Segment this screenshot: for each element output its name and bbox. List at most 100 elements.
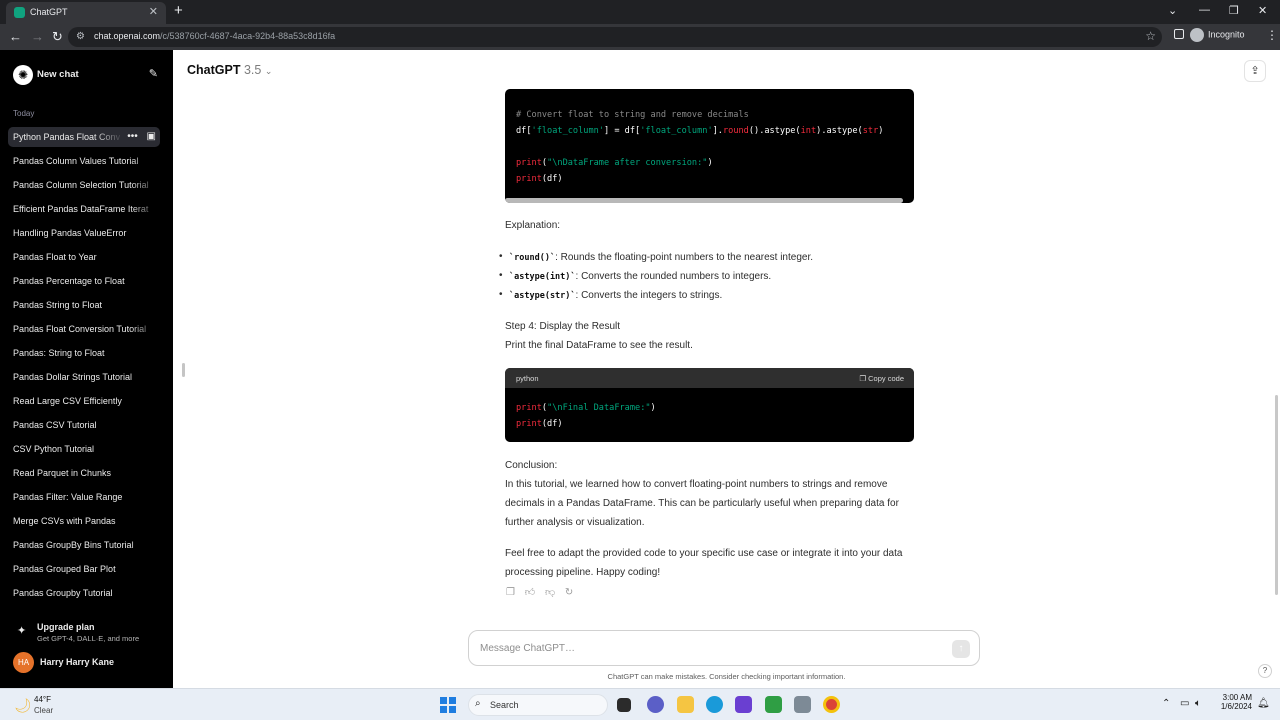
fade [130, 391, 160, 411]
spreadsheet-app-icon[interactable] [765, 696, 782, 713]
speaker-icon[interactable]: 🔈︎ [1195, 698, 1201, 709]
sidebar-chat-item[interactable]: CSV Python Tutorial [8, 439, 160, 459]
regenerate-icon[interactable]: ↻ [565, 587, 573, 598]
chat-item-label: Read Large CSV Efficiently [13, 396, 122, 406]
sidebar-chat-item[interactable]: Pandas Percentage to Float [8, 271, 160, 291]
bookmark-star-icon[interactable]: ☆ [1145, 29, 1156, 43]
chat-item-label: Pandas Dollar Strings Tutorial [13, 372, 133, 382]
step4-heading: Step 4: Display the Result [505, 321, 621, 332]
sidebar-chat-item[interactable]: Efficient Pandas DataFrame Iterat [8, 199, 160, 219]
system-clock[interactable]: 3:00 AM 1/6/2024 [1212, 693, 1252, 711]
list-item-text: `astype(int)`: Converts the rounded numb… [509, 271, 771, 282]
task-view-icon[interactable] [617, 698, 631, 712]
sidebar-chat-item[interactable]: Pandas Column Selection Tutorial [8, 175, 160, 195]
chat-item-label: Pandas: String to Float [13, 348, 105, 358]
clipboard-icon: ❐ [859, 374, 869, 383]
fade [130, 583, 160, 603]
chat-app-icon[interactable] [647, 696, 664, 713]
sidebar-chat-item[interactable]: Pandas: String to Float [8, 343, 160, 363]
sidebar-chat-item[interactable]: Pandas Float Conversion Tutorial [8, 319, 160, 339]
copy-icon[interactable]: ❐ [506, 587, 515, 598]
browser-menu-icon[interactable]: ⋮ [1266, 28, 1278, 42]
site-info-icon[interactable]: ⚙ [76, 31, 85, 42]
sidebar-chat-item[interactable]: Pandas Grouped Bar Plot [8, 559, 160, 579]
message-input[interactable]: Message ChatGPT… [480, 643, 575, 654]
close-tab-icon[interactable]: ✕ [149, 5, 158, 18]
sidebar-chat-item[interactable]: Pandas Float to Year [8, 247, 160, 267]
thumbs-down-icon[interactable]: 👎︎ [545, 587, 555, 598]
chat-item-label: Pandas Grouped Bar Plot [13, 564, 116, 574]
chevron-up-icon[interactable]: ⌃ [1162, 698, 1170, 709]
code-line: print("\nFinal DataFrame:") [516, 403, 656, 413]
code-line: df['float_column'] = df['float_column'].… [516, 126, 884, 136]
message-composer[interactable]: Message ChatGPT… ↑ [468, 630, 980, 666]
notification-icon[interactable]: 🔔︎ [1257, 698, 1270, 709]
sidebar-chat-item[interactable]: Pandas Filter: Value Range [8, 487, 160, 507]
chrome-icon[interactable] [823, 696, 840, 713]
send-button[interactable]: ↑ [952, 640, 970, 658]
fade [130, 319, 160, 339]
scrollbar[interactable] [1275, 395, 1278, 595]
sidebar-chat-item[interactable]: Pandas CSV Tutorial [8, 415, 160, 435]
share-button[interactable]: ⇪ [1244, 60, 1266, 82]
address-bar[interactable]: ⚙ chat.openai.com/c/538760cf-4687-4aca-9… [68, 27, 1162, 47]
sidebar-chat-item[interactable]: Pandas GroupBy Bins Tutorial [8, 535, 160, 555]
close-window-icon[interactable]: ✕ [1258, 4, 1267, 17]
windows-start-icon[interactable] [440, 697, 456, 713]
chat-item-label: Pandas Column Selection Tutorial [13, 180, 149, 190]
code-horizontal-scrollbar[interactable] [505, 198, 903, 203]
code-header: python ❐ Copy code [505, 368, 914, 388]
chat-item-label: Pandas GroupBy Bins Tutorial [13, 540, 134, 550]
edit-icon[interactable]: ✎ [149, 67, 158, 80]
network-app-icon[interactable] [794, 696, 811, 713]
fade [130, 439, 160, 459]
vpn-app-icon[interactable] [735, 696, 752, 713]
more-options-icon[interactable]: ••• [127, 131, 138, 142]
div [449, 706, 456, 713]
browser-tab[interactable]: ChatGPT ✕ [6, 2, 166, 24]
help-icon[interactable]: ? [1258, 664, 1272, 678]
model-selector[interactable]: ChatGPT 3.5 ⌄ [187, 63, 272, 77]
side-panel-icon[interactable] [1174, 29, 1184, 39]
sidebar-chat-item[interactable]: Pandas Column Values Tutorial [8, 151, 160, 171]
new-tab-icon[interactable]: + [174, 2, 183, 19]
taskbar-search[interactable]: ⌕ Search [468, 694, 608, 716]
incognito-indicator[interactable]: Incognito [1190, 28, 1245, 42]
forward-icon[interactable]: → [31, 29, 44, 44]
maximize-icon[interactable]: ❐ [1229, 4, 1239, 17]
sidebar-toggle-handle[interactable] [182, 363, 185, 377]
sidebar-chat-item[interactable]: Python Pandas Float Conv ••• ▣ [8, 127, 160, 147]
fade [130, 343, 160, 363]
copy-code-button[interactable]: ❐ Copy code [859, 374, 904, 383]
sidebar-chat-item[interactable]: Merge CSVs with Pandas [8, 511, 160, 531]
tab-search-icon[interactable]: ⌄ [1168, 4, 1177, 17]
openai-logo-icon: ✺ [13, 65, 33, 85]
fade [130, 151, 160, 171]
upgrade-title: Upgrade plan [37, 622, 95, 632]
date: 1/6/2024 [1220, 702, 1252, 711]
weather-condition: Clear [34, 706, 54, 715]
sidebar-chat-item[interactable]: Read Parquet in Chunks [8, 463, 160, 483]
sidebar-chat-item[interactable]: Pandas Groupby Tutorial [8, 583, 160, 603]
file-explorer-icon[interactable] [677, 696, 694, 713]
thumbs-up-icon[interactable]: 👍︎ [525, 587, 535, 598]
sidebar-chat-item[interactable]: Pandas Dollar Strings Tutorial [8, 367, 160, 387]
sidebar-chat-item[interactable]: Read Large CSV Efficiently [8, 391, 160, 411]
time: 3:00 AM [1222, 693, 1252, 702]
code-block: python ❐ Copy code print("\nFinal DataFr… [505, 368, 914, 442]
chatgpt-favicon-icon [14, 7, 25, 18]
sidebar-chat-item[interactable]: Pandas String to Float [8, 295, 160, 315]
new-chat-button[interactable]: ✺ New chat ✎ [8, 64, 158, 86]
edge-browser-icon[interactable] [706, 696, 723, 713]
archive-icon[interactable]: ▣ [147, 131, 156, 142]
reload-icon[interactable]: ↻ [52, 29, 63, 45]
back-icon[interactable]: ← [9, 29, 22, 44]
chat-item-label: Pandas Column Values Tutorial [13, 156, 139, 166]
minimize-icon[interactable]: — [1199, 4, 1210, 16]
sparkle-icon: ✦ [17, 625, 27, 637]
url-path: /c/538760cf-4687-4aca-92b4-88a53c8d16fa [160, 31, 336, 41]
moon-icon: 🌙︎ [14, 697, 32, 713]
url-domain: chat.openai.com [94, 31, 161, 41]
sidebar-chat-item[interactable]: Handling Pandas ValueError [8, 223, 160, 243]
monitor-icon[interactable]: ▭ [1180, 698, 1189, 709]
